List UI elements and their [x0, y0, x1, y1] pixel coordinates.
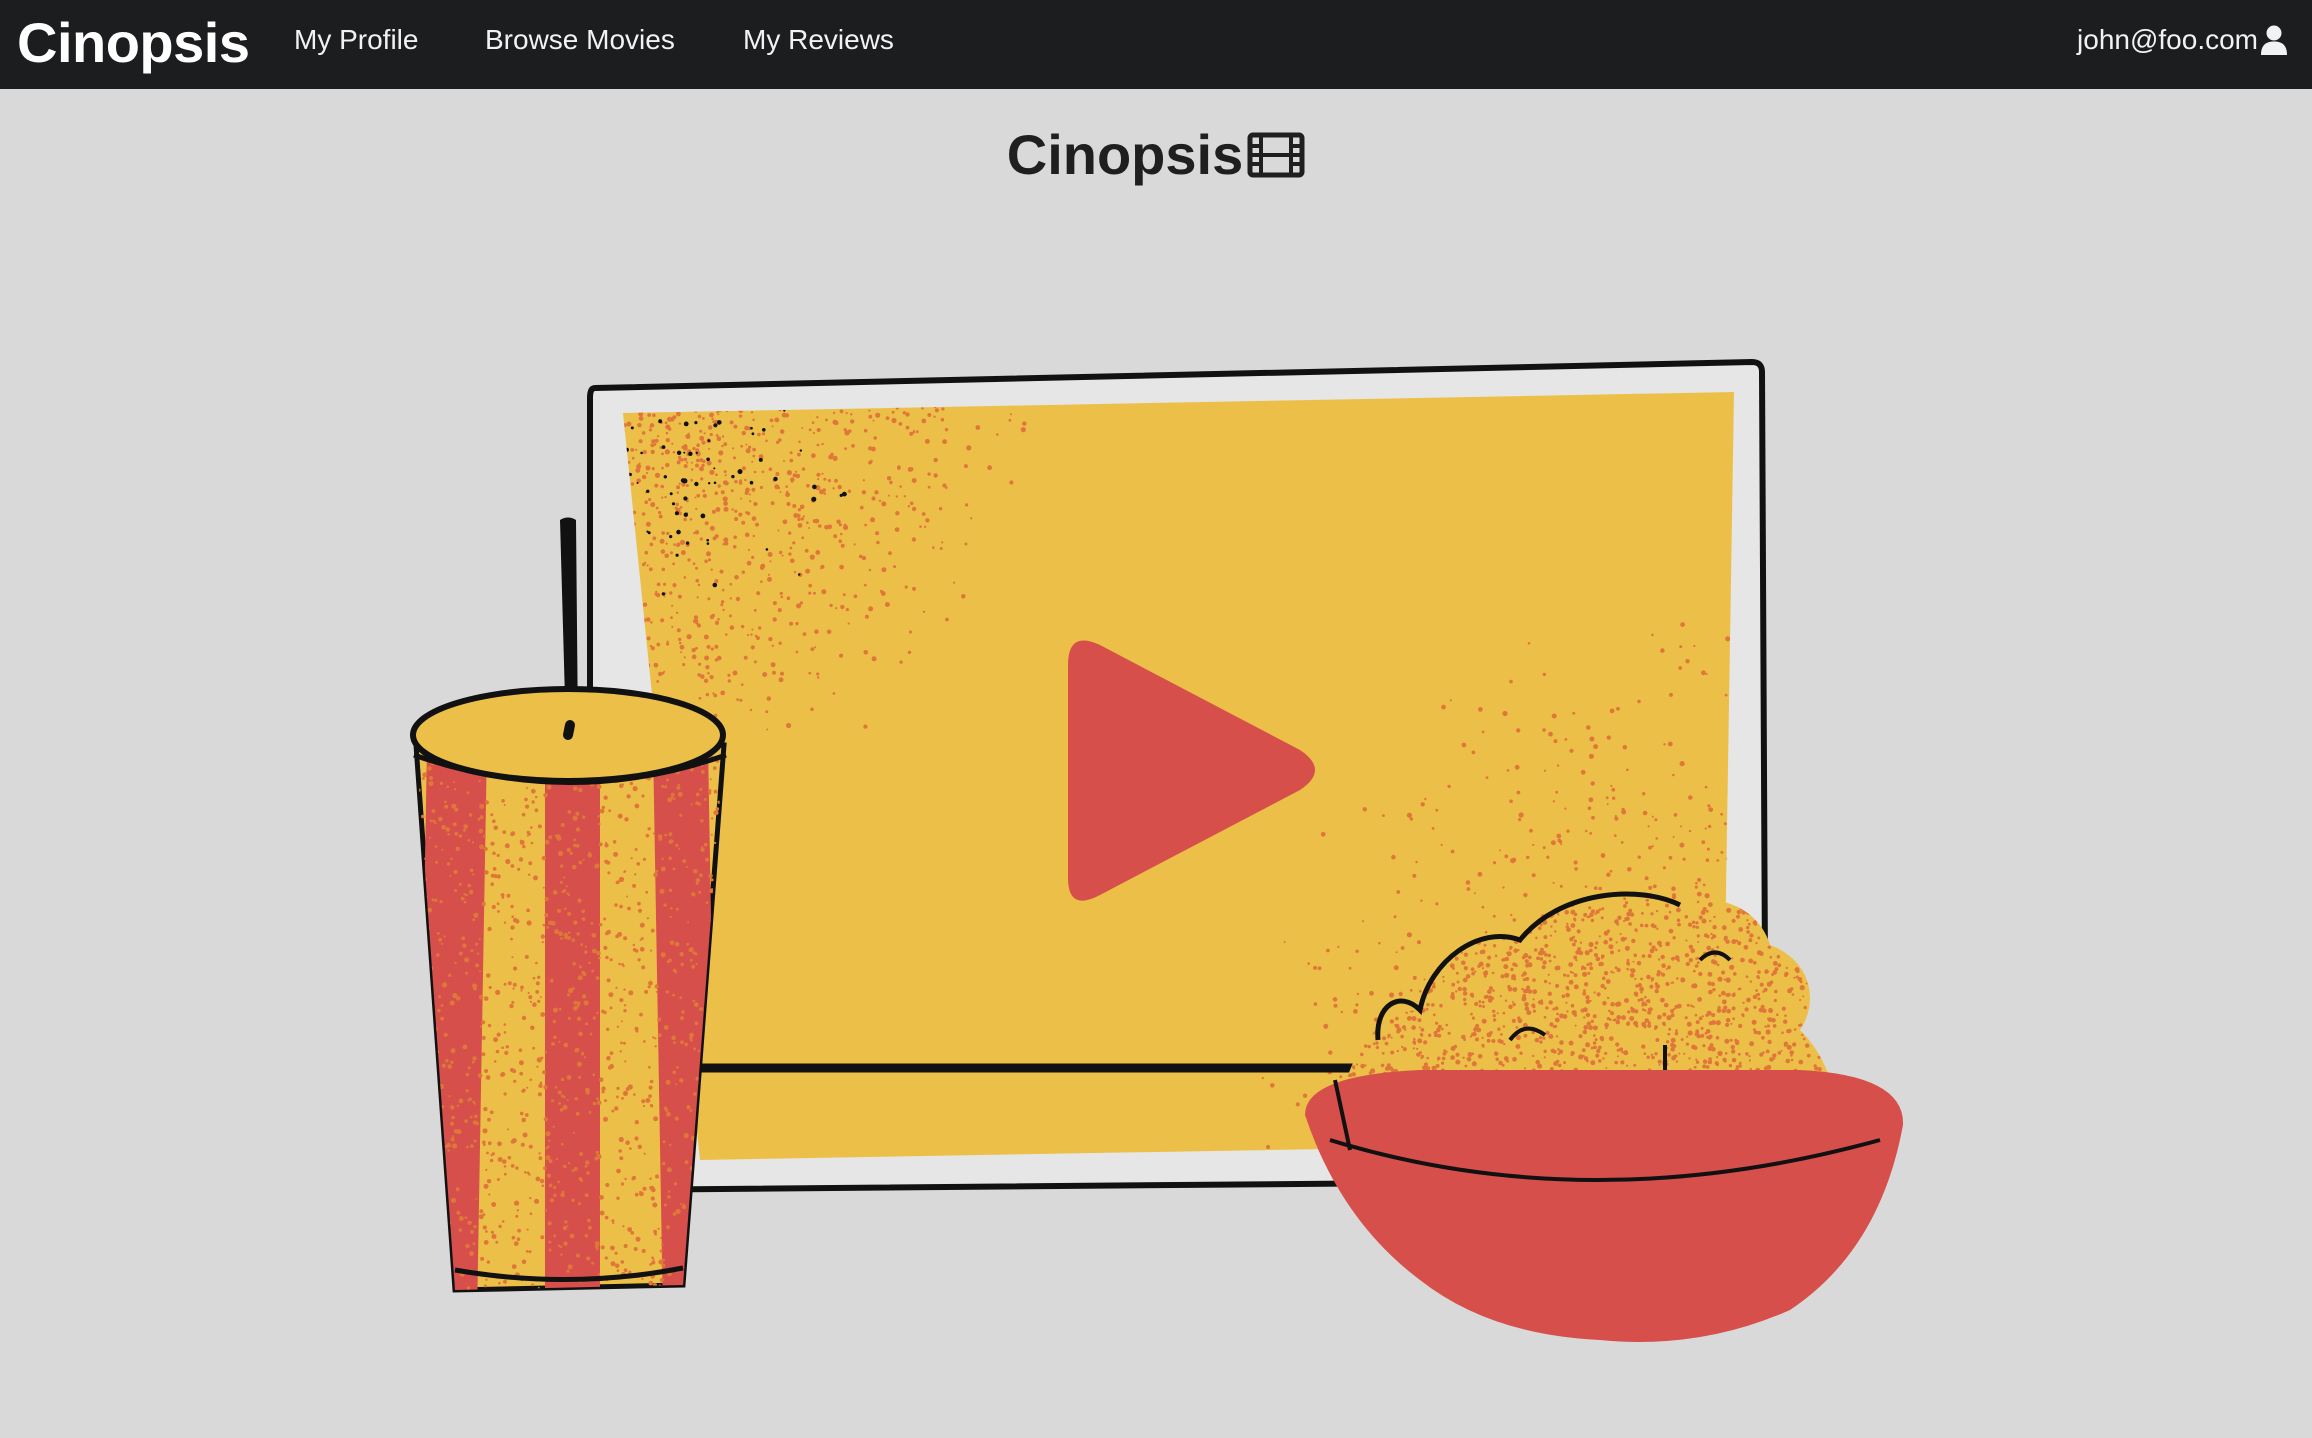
hero-illustration	[410, 358, 1904, 1342]
top-navbar: Cinopsis My Profile Browse Movies My Rev…	[0, 0, 2312, 89]
user-icon[interactable]	[2260, 25, 2288, 55]
play-icon	[1068, 640, 1315, 901]
nav-link-my-reviews[interactable]: My Reviews	[743, 20, 894, 60]
user-menu[interactable]: john@foo.com	[2077, 20, 2288, 60]
nav-link-my-profile[interactable]: My Profile	[294, 20, 418, 60]
page-title: Cinopsis	[0, 118, 2312, 192]
page-title-text: Cinopsis	[1006, 123, 1244, 186]
user-email[interactable]: john@foo.com	[2077, 20, 2258, 60]
movie-screen	[587, 358, 1770, 1194]
brand-logo-link[interactable]: Cinopsis	[17, 3, 250, 83]
popcorn-bowl	[1305, 891, 1904, 1342]
nav-link-browse-movies[interactable]: Browse Movies	[485, 20, 675, 60]
soda-cup	[410, 517, 727, 1293]
film-icon	[1247, 132, 1305, 178]
